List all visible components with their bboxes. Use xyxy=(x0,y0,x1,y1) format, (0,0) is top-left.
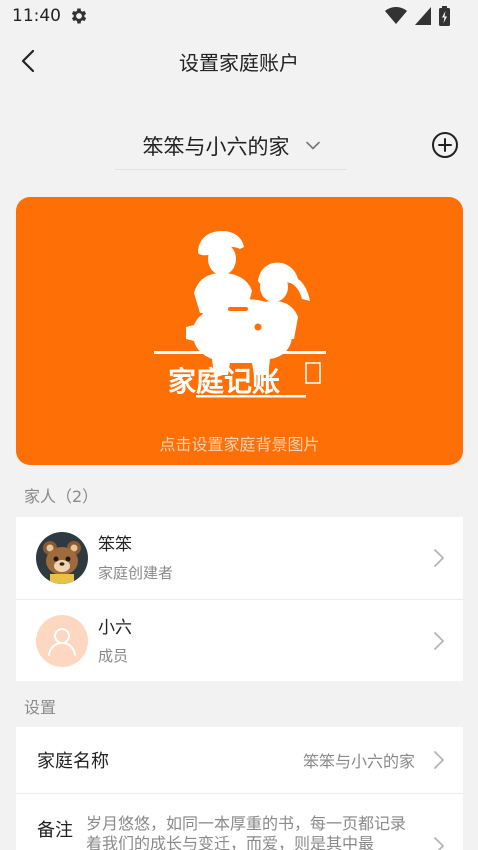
status-time: 11:40 xyxy=(12,6,61,26)
add-circle-icon[interactable] xyxy=(431,131,459,159)
chevron-down-icon xyxy=(305,141,320,150)
member-row[interactable]: 小六 成员 xyxy=(16,599,463,681)
page-title: 设置家庭账户 xyxy=(179,50,299,75)
settings-gear-icon xyxy=(71,8,87,24)
family-background-banner[interactable]: 家庭记账 点击设置家庭背景图片 xyxy=(16,197,463,465)
bear-avatar xyxy=(36,532,88,584)
members-list: 笨笨 家庭创建者 小六 成员 xyxy=(16,517,463,681)
chevron-right-icon xyxy=(434,631,444,650)
family-name-setting[interactable]: 家庭名称 笨笨与小六的家 xyxy=(16,727,463,793)
note-label: 备注 xyxy=(37,820,73,841)
family-selector-value: 笨笨与小六的家 xyxy=(142,134,290,159)
settings-list: 家庭名称 笨笨与小六的家 备注 岁月悠悠，如同一本厚重的书，每一页都记录着我们的… xyxy=(16,727,463,850)
member-name: 小六 xyxy=(98,617,132,638)
default-person-avatar xyxy=(36,614,88,667)
note-setting[interactable]: 备注 岁月悠悠，如同一本厚重的书，每一页都记录着我们的成长与变迁，而爱，则是其中… xyxy=(16,793,463,850)
chevron-right-icon xyxy=(434,837,444,850)
member-role: 家庭创建者 xyxy=(98,564,174,582)
family-name-label: 家庭名称 xyxy=(37,751,109,772)
cell-signal-icon xyxy=(415,7,431,25)
members-section-title: 家人（2） xyxy=(24,487,99,506)
member-name: 笨笨 xyxy=(98,535,132,555)
battery-charging-icon xyxy=(439,6,450,26)
family-bookkeeping-logo: 家庭记账 xyxy=(154,231,326,398)
banner-hint: 点击设置家庭背景图片 xyxy=(159,435,320,454)
family-selector-dropdown[interactable]: 笨笨与小六的家 xyxy=(115,122,347,170)
nav-bar: 设置家庭账户 xyxy=(0,40,478,82)
back-chevron-icon[interactable] xyxy=(16,48,42,74)
logo-text: 家庭记账 xyxy=(168,365,280,398)
member-row[interactable]: 笨笨 家庭创建者 xyxy=(16,517,463,599)
note-text: 岁月悠悠，如同一本厚重的书，每一页都记录着我们的成长与变迁，而爱，则是其中最 xyxy=(86,814,407,850)
chevron-right-icon xyxy=(434,549,444,567)
wifi-icon xyxy=(385,7,407,24)
settings-section-title: 设置 xyxy=(24,698,57,717)
chevron-right-icon xyxy=(434,751,444,769)
family-name-value: 笨笨与小六的家 xyxy=(302,752,415,771)
member-role: 成员 xyxy=(98,646,129,665)
status-icons xyxy=(385,6,450,26)
status-bar: 11:40 xyxy=(0,0,478,32)
